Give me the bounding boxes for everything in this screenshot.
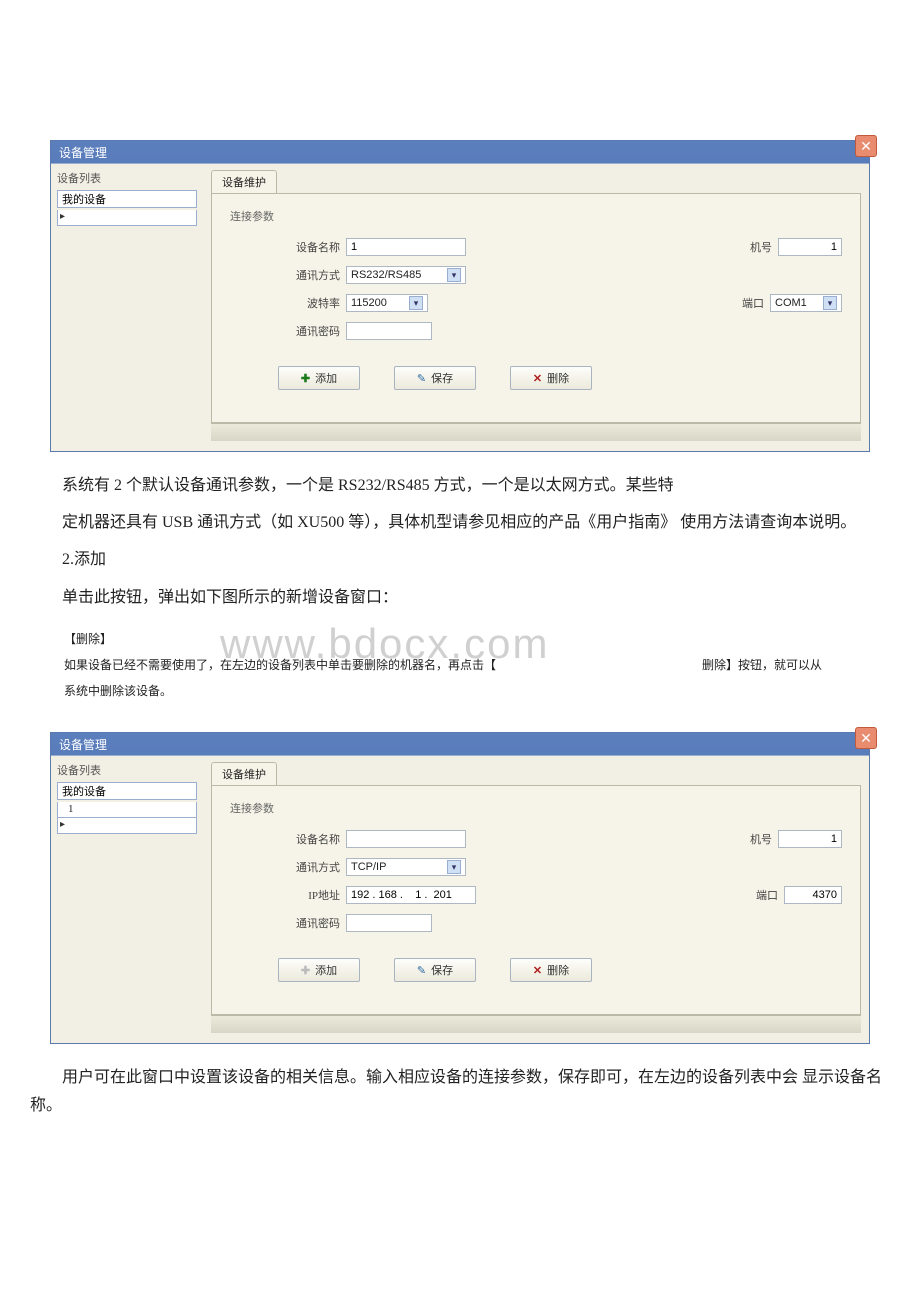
tab-device-maintain[interactable]: 设备维护 [211, 170, 277, 193]
machine-no-label: 机号 [740, 239, 772, 255]
chevron-down-icon: ▾ [447, 860, 461, 874]
delete-button-label: 删除 [547, 370, 569, 386]
chevron-right-icon: ▸ [60, 819, 70, 829]
machine-no-input[interactable] [778, 238, 842, 256]
comm-type-label: 通讯方式 [282, 267, 340, 283]
status-bar [211, 1015, 861, 1033]
device-name-input[interactable] [346, 830, 466, 848]
device-list-input[interactable] [57, 190, 197, 208]
device-name-label: 设备名称 [282, 239, 340, 255]
password-label: 通讯密码 [282, 323, 340, 339]
status-bar [211, 423, 861, 441]
paragraph: 定机器还具有 USB 通讯方式（如 XU500 等），具体机型请参见相应的产品《… [30, 509, 890, 536]
password-input[interactable] [346, 914, 432, 932]
machine-no-input[interactable] [778, 830, 842, 848]
save-icon: ✎ [417, 964, 426, 977]
list-item: 1 [68, 803, 74, 815]
fieldset-title: 连接参数 [230, 800, 842, 816]
device-manager-window-2: 设备管理 ✕ 设备列表 1 ▸ 设备维护 连接参数 设备名称 [50, 732, 870, 1044]
device-name-label: 设备名称 [282, 831, 340, 847]
tab-device-maintain[interactable]: 设备维护 [211, 762, 277, 785]
small-paragraph: 系统中删除该设备。 [64, 681, 890, 703]
paragraph: 单击此按钮，弹出如下图所示的新增设备窗口： [30, 584, 890, 611]
chevron-down-icon: ▾ [823, 296, 837, 310]
close-icon: ✕ [533, 964, 542, 977]
tab-body: 连接参数 设备名称 机号 通讯方式 TCP/IP [211, 785, 861, 1015]
save-button[interactable]: ✎ 保存 [394, 366, 476, 390]
paragraph: 用户可在此窗口中设置该设备的相关信息。输入相应设备的连接参数，保存即可，在左边的… [30, 1064, 890, 1118]
delete-button-label: 删除 [547, 962, 569, 978]
comm-type-value: RS232/RS485 [351, 269, 421, 281]
ip-label: IP地址 [294, 887, 340, 903]
device-list-input[interactable] [57, 782, 197, 800]
add-button-label: 添加 [315, 370, 337, 386]
ip-input[interactable] [346, 886, 476, 904]
device-list[interactable]: 1 [57, 802, 197, 818]
device-list-panel: 设备列表 1 ▸ [51, 756, 203, 1043]
close-icon[interactable]: ✕ [855, 135, 877, 157]
add-button-label: 添加 [315, 962, 337, 978]
small-heading: 【删除】 [64, 629, 890, 649]
paragraph: 系统有 2 个默认设备通讯参数，一个是 RS232/RS485 方式，一个是以太… [30, 472, 890, 499]
comm-type-select[interactable]: TCP/IP ▾ [346, 858, 466, 876]
save-button-label: 保存 [431, 370, 453, 386]
paragraph: 2.添加 [30, 546, 890, 573]
baud-label: 波特率 [294, 295, 340, 311]
comm-type-label: 通讯方式 [282, 859, 340, 875]
save-button-label: 保存 [431, 962, 453, 978]
port-input[interactable] [784, 886, 842, 904]
chevron-down-icon: ▾ [409, 296, 423, 310]
device-list[interactable]: ▸ [57, 818, 197, 834]
comm-type-value: TCP/IP [351, 861, 386, 873]
port-select[interactable]: COM1 ▾ [770, 294, 842, 312]
comm-type-select[interactable]: RS232/RS485 ▾ [346, 266, 466, 284]
close-icon: ✕ [533, 372, 542, 385]
baud-value: 115200 [351, 297, 387, 309]
baud-select[interactable]: 115200 ▾ [346, 294, 428, 312]
chevron-down-icon: ▾ [447, 268, 461, 282]
device-list-panel: 设备列表 ▸ [51, 164, 203, 451]
save-icon: ✎ [417, 372, 426, 385]
device-list-label: 设备列表 [57, 762, 197, 778]
add-button[interactable]: ✚ 添加 [278, 366, 360, 390]
password-label: 通讯密码 [282, 915, 340, 931]
small-paragraph: 如果设备已经不需要使用了，在左边的设备列表中单击要删除的机器名，再点击【 删除】… [64, 655, 890, 677]
window-title: 设备管理 [51, 733, 869, 755]
plus-icon: ✚ [301, 964, 310, 977]
device-name-input[interactable] [346, 238, 466, 256]
device-list[interactable]: ▸ [57, 210, 197, 226]
port-label: 端口 [732, 295, 764, 311]
plus-icon: ✚ [301, 372, 310, 385]
add-button: ✚ 添加 [278, 958, 360, 982]
port-value: COM1 [775, 297, 807, 309]
password-input[interactable] [346, 322, 432, 340]
close-icon[interactable]: ✕ [855, 727, 877, 749]
machine-no-label: 机号 [740, 831, 772, 847]
save-button[interactable]: ✎ 保存 [394, 958, 476, 982]
chevron-right-icon: ▸ [60, 211, 70, 221]
delete-button[interactable]: ✕ 删除 [510, 958, 592, 982]
delete-button[interactable]: ✕ 删除 [510, 366, 592, 390]
fieldset-title: 连接参数 [230, 208, 842, 224]
device-list-label: 设备列表 [57, 170, 197, 186]
port-label: 端口 [746, 887, 778, 903]
window-title: 设备管理 [51, 141, 869, 163]
device-manager-window-1: 设备管理 ✕ 设备列表 ▸ 设备维护 连接参数 设备名称 [50, 140, 870, 452]
tab-body: 连接参数 设备名称 机号 通讯方式 RS232/RS485 [211, 193, 861, 423]
